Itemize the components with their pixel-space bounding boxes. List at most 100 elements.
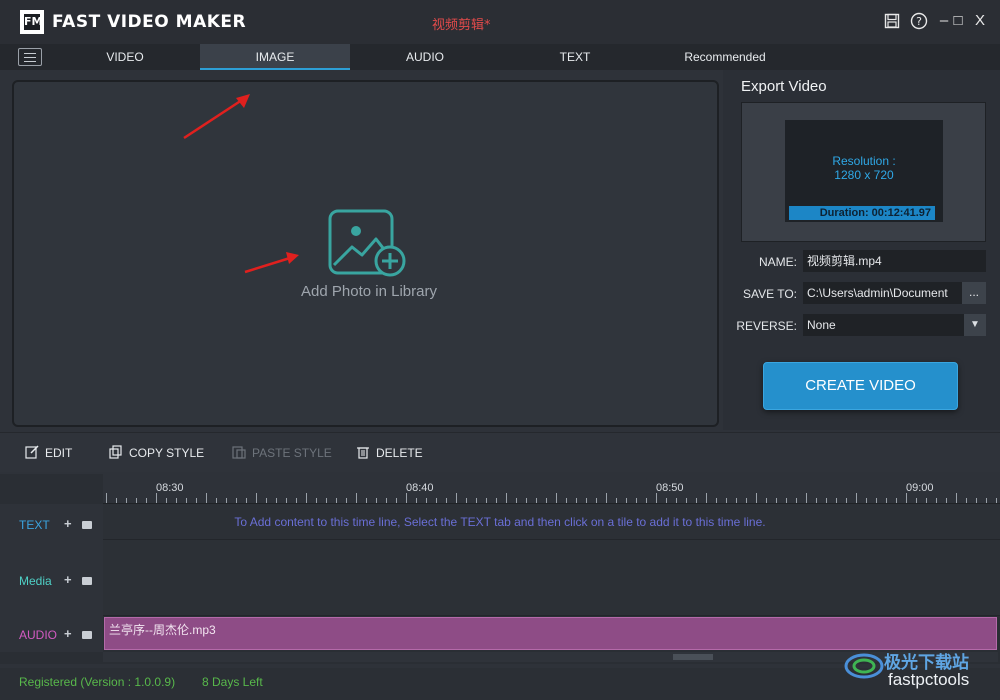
copy-style-button[interactable]: COPY STYLE (109, 445, 204, 460)
create-video-button[interactable]: CREATE VIDEO (763, 362, 958, 410)
paste-icon (232, 446, 246, 459)
ruler-tick (816, 498, 817, 503)
resolution-value: 1280 x 720 (834, 168, 894, 182)
lock-icon[interactable] (82, 521, 92, 529)
ruler-tick (566, 498, 567, 503)
ruler-tick (996, 498, 997, 503)
ruler-tick (296, 498, 297, 503)
resolution-label: Resolution : (832, 154, 896, 168)
ruler-tick (206, 493, 207, 503)
ruler-tick (326, 498, 327, 503)
ruler-tick (356, 493, 357, 503)
app-window: FM FAST VIDEO MAKER 视频剪辑* ? – □ X VIDEO … (0, 0, 1000, 700)
registration-status: Registered (Version : 1.0.0.9) (19, 675, 176, 689)
timeline[interactable]: 08:30 08:40 08:50 09:00 TEXT + To Add co… (0, 474, 1000, 664)
tab-text[interactable]: TEXT (500, 44, 650, 70)
image-library-panel[interactable]: Add Photo in Library (12, 80, 719, 427)
paste-style-button[interactable]: PASTE STYLE (232, 445, 332, 460)
chevron-down-icon[interactable]: ▼ (964, 314, 986, 336)
ruler-tick (646, 498, 647, 503)
ruler-tick (756, 493, 757, 503)
ruler-tick (696, 498, 697, 503)
ruler-tick (906, 493, 907, 503)
track-lane-text[interactable]: To Add content to this time line, Select… (103, 504, 1000, 540)
ruler-tick (456, 493, 457, 503)
ruler-tick (186, 498, 187, 503)
browse-button[interactable]: ... (962, 282, 986, 304)
tab-bar: VIDEO IMAGE AUDIO TEXT Recommended (0, 44, 1000, 70)
add-photo-icon[interactable] (328, 209, 408, 279)
lock-icon[interactable] (82, 631, 92, 639)
ruler-tick (436, 498, 437, 503)
edit-button[interactable]: EDIT (25, 445, 72, 460)
ruler-tick (216, 498, 217, 503)
watermark-bottom: fastpctools (888, 670, 970, 689)
ruler-tick (586, 498, 587, 503)
hamburger-menu-icon[interactable] (18, 48, 42, 66)
ruler-tick (126, 498, 127, 503)
ruler-tick (446, 498, 447, 503)
ruler-tick (176, 498, 177, 503)
tab-image[interactable]: IMAGE (200, 44, 350, 70)
track-lane-media[interactable] (103, 540, 1000, 616)
ruler-tick (496, 498, 497, 503)
paste-style-label: PASTE STYLE (252, 446, 332, 460)
ruler-tick (316, 498, 317, 503)
delete-button[interactable]: DELETE (356, 445, 423, 460)
title-bar: FM FAST VIDEO MAKER 视频剪辑* ? – □ X (0, 0, 1000, 44)
ruler-tick (426, 498, 427, 503)
ruler-tick (536, 498, 537, 503)
export-panel: Export Video Resolution : 1280 x 720 Dur… (723, 70, 1000, 430)
time-ruler[interactable]: 08:30 08:40 08:50 09:00 (103, 474, 1000, 504)
annotation-arrow-icon (183, 94, 250, 140)
add-icon[interactable]: + (64, 626, 72, 641)
reverse-label: REVERSE: (736, 319, 797, 333)
ruler-tick (786, 498, 787, 503)
ruler-tick (246, 498, 247, 503)
duration-bar: Duration: 00:12:41.97 (789, 206, 935, 220)
save-to-input[interactable]: C:\Users\admin\Document (803, 282, 962, 304)
ruler-tick (926, 498, 927, 503)
ruler-tick (406, 493, 407, 503)
track-header-media: Media + (0, 560, 103, 616)
name-input[interactable]: 视频剪辑.mp4 (803, 250, 986, 272)
export-preview-screen: Resolution : 1280 x 720 Duration: 00:12:… (785, 120, 943, 222)
ruler-tick (866, 498, 867, 503)
track-name-audio: AUDIO (19, 628, 58, 642)
copy-icon (109, 445, 122, 459)
watermark-swirl-icon (844, 653, 884, 679)
export-preview: Resolution : 1280 x 720 Duration: 00:12:… (741, 102, 986, 242)
trash-icon (357, 447, 369, 459)
ruler-tick (106, 493, 107, 503)
track-header-audio: AUDIO + (0, 616, 103, 652)
ruler-tick (546, 498, 547, 503)
ruler-tick (636, 498, 637, 503)
ruler-tick (286, 498, 287, 503)
ruler-tick (776, 498, 777, 503)
lock-icon[interactable] (82, 577, 92, 585)
tab-audio[interactable]: AUDIO (350, 44, 500, 70)
ruler-tick (596, 498, 597, 503)
audio-clip[interactable]: 兰亭序--周杰伦.mp3 (104, 617, 997, 650)
ruler-tick (516, 498, 517, 503)
add-photo-label[interactable]: Add Photo in Library (264, 283, 474, 300)
edit-toolbar: EDIT COPY STYLE PASTE STYLE DELETE (0, 432, 1000, 472)
add-icon[interactable]: + (64, 516, 72, 531)
help-icon[interactable]: ? (908, 10, 930, 32)
ruler-tick (736, 498, 737, 503)
ruler-tick (486, 498, 487, 503)
ruler-tick (676, 498, 677, 503)
maximize-button[interactable]: □ (947, 10, 969, 32)
add-icon[interactable]: + (64, 572, 72, 587)
ruler-tick (836, 498, 837, 503)
ruler-tick (976, 498, 977, 503)
reverse-select[interactable]: None (803, 314, 964, 336)
ruler-tick (506, 493, 507, 503)
scrollbar-thumb[interactable] (673, 654, 713, 660)
ruler-label: 09:00 (906, 482, 934, 494)
ruler-tick (236, 498, 237, 503)
close-button[interactable]: X (969, 10, 991, 32)
tab-video[interactable]: VIDEO (50, 44, 200, 70)
tab-recommended[interactable]: Recommended (650, 44, 800, 70)
save-icon[interactable] (881, 10, 903, 32)
